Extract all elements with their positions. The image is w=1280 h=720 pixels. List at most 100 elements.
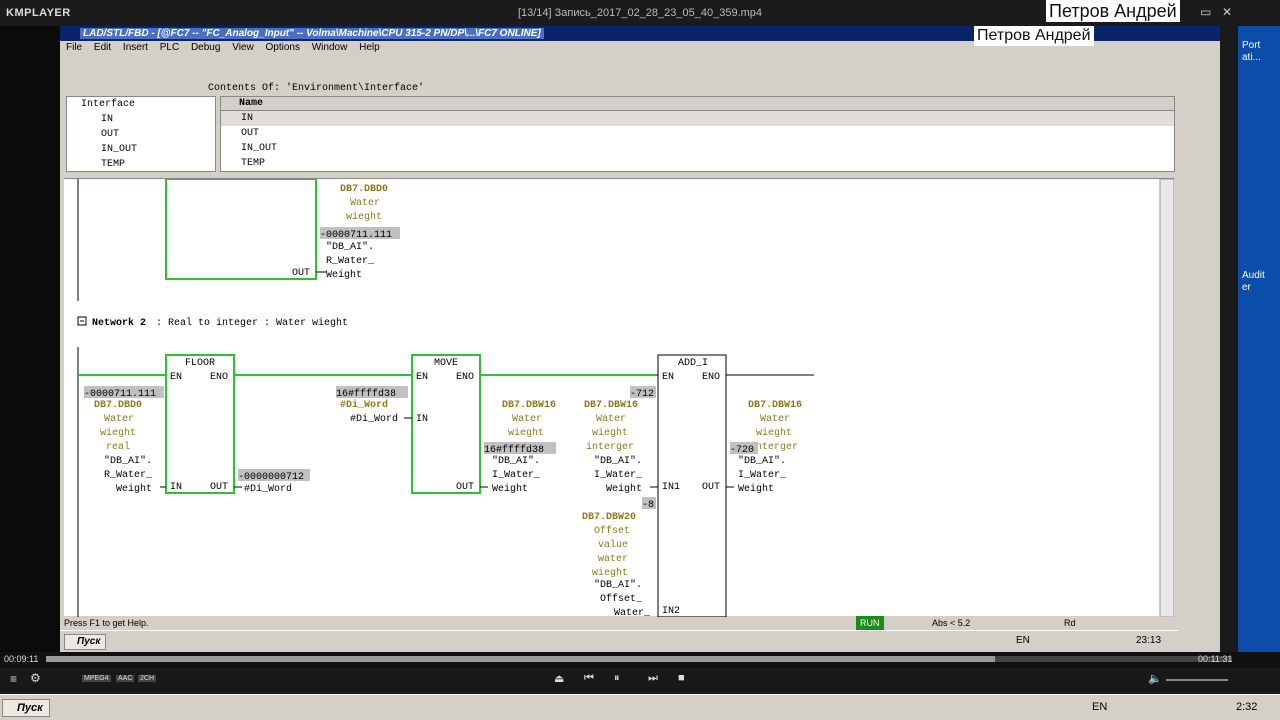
floor-in-value: -0000711.111 — [84, 389, 156, 400]
status-abs: Abs < 5.2 — [932, 618, 971, 628]
network2-label: Network 2 — [92, 317, 146, 329]
move-out-symbol: "DB_AI". — [492, 455, 540, 467]
settings-icon[interactable]: ⚙ — [30, 671, 41, 685]
menu-plc[interactable]: PLC — [160, 42, 179, 53]
add-in1-comment: interger — [586, 441, 634, 453]
add-in2-symbol: Offset_ — [600, 593, 643, 605]
add-in1-symbol: Weight — [606, 483, 642, 495]
add-en: EN — [662, 372, 674, 383]
menu-help[interactable]: Help — [359, 42, 380, 53]
floor-in-symbol: Weight — [116, 483, 152, 495]
volume-slider[interactable] — [1166, 679, 1228, 681]
floor-out-value: -0000000712 — [238, 472, 304, 483]
move-out-symbol: I_Water_ — [492, 470, 541, 481]
move-out-comment: wieght — [508, 427, 544, 439]
move-in-address: #Di_Word — [340, 399, 388, 411]
desktop-label: Audit — [1242, 270, 1265, 281]
menu-edit[interactable]: Edit — [94, 42, 111, 53]
player-controls: ≡ ⚙ MPEG4 AAC 2CH ⏏ ⏮ ⏸ ⏭ ■ 🔈 — [0, 668, 1280, 692]
codec-badge: MPEG4 — [82, 675, 111, 682]
move-out-value: 16#ffffd38 — [484, 444, 544, 456]
move-in-value: 16#ffffd38 — [336, 388, 396, 400]
floor-in-symbol: "DB_AI". — [104, 455, 152, 467]
add-name: ADD_I — [678, 358, 708, 369]
add-in1-comment: wieght — [592, 427, 628, 439]
add-in1-symbol: "DB_AI". — [594, 455, 642, 467]
interface-tree[interactable]: Interface IN OUT IN_OUT TEMP — [66, 96, 216, 172]
floor-out: OUT — [210, 482, 228, 493]
close-icon[interactable]: ✕ — [1222, 5, 1232, 19]
stop-icon[interactable]: ■ — [678, 672, 685, 684]
status-run: RUN — [856, 616, 884, 630]
network1-comment: wieght — [346, 211, 382, 223]
floor-in-symbol: R_Water_ — [104, 470, 153, 481]
start-button[interactable]: Пуск — [2, 699, 50, 717]
menu-icon[interactable]: ≡ — [10, 672, 17, 686]
add-in2-comment: water — [598, 554, 628, 565]
add-out-comment: Water — [760, 414, 790, 425]
menu-window[interactable]: Window — [312, 42, 348, 53]
tray-lang: EN — [1092, 701, 1108, 713]
player-progress[interactable]: 00:09:11 00:11:31 — [0, 652, 1280, 668]
add-in2-symbol: "DB_AI". — [594, 579, 642, 591]
add-in2-comment: Offset — [594, 525, 630, 537]
name-column-header[interactable]: Name — [221, 97, 1174, 111]
network1-value: -0000711.111 — [320, 230, 392, 241]
floor-eno: ENO — [210, 372, 228, 383]
table-row[interactable]: IN_OUT — [221, 141, 1174, 156]
table-row[interactable]: TEMP — [221, 156, 1174, 171]
tree-item-out[interactable]: OUT — [101, 127, 119, 142]
add-in2-value: -8 — [642, 500, 654, 511]
s7-tray-time: 23:13 — [1136, 635, 1162, 646]
table-row[interactable]: IN — [221, 111, 1174, 126]
add-out-value: -720 — [730, 445, 754, 456]
move-out-address: DB7.DBW16 — [502, 400, 556, 411]
move-out-comment: Water — [512, 414, 542, 425]
menu-file[interactable]: File — [66, 42, 82, 53]
tree-item-in-out[interactable]: IN_OUT — [101, 142, 137, 157]
menu-options[interactable]: Options — [265, 42, 299, 53]
floor-name: FLOOR — [185, 358, 215, 369]
add-in1-address: DB7.DBW16 — [584, 400, 638, 411]
add-in1-comment: Water — [596, 414, 626, 425]
tree-item-temp[interactable]: TEMP — [101, 157, 125, 172]
add-in1-symbol: I_Water_ — [594, 470, 643, 481]
floor-in-comment: real — [106, 441, 130, 453]
menu-bar: File Edit Insert PLC Debug View Options … — [60, 41, 1178, 55]
add-in2-comment: wieght — [592, 567, 628, 579]
desktop-label: ati... — [1242, 52, 1261, 63]
eject-icon[interactable]: ⏏ — [554, 672, 564, 685]
previous-icon[interactable]: ⏮ — [584, 672, 594, 685]
move-out-symbol: Weight — [492, 483, 528, 495]
volume-icon[interactable]: 🔈 — [1148, 672, 1162, 685]
pause-icon[interactable]: ⏸ — [614, 672, 620, 685]
desktop-label: Port — [1242, 40, 1261, 51]
add-out-address: DB7.DBW16 — [748, 400, 802, 411]
add-out-symbol: I_Water_ — [738, 470, 787, 481]
add-out: OUT — [702, 482, 720, 493]
next-icon[interactable]: ⏭ — [648, 672, 658, 685]
minimize-icon[interactable]: ▭ — [1200, 5, 1211, 19]
tree-item-interface[interactable]: Interface — [81, 97, 135, 112]
menu-debug[interactable]: Debug — [191, 42, 220, 53]
desktop-label: er — [1242, 282, 1251, 293]
ladder-scrollbar[interactable] — [1159, 178, 1175, 618]
add-eno: ENO — [702, 372, 720, 383]
interface-name-table[interactable]: Name IN OUT IN_OUT TEMP — [220, 96, 1175, 172]
menu-view[interactable]: View — [232, 42, 254, 53]
table-row[interactable]: OUT — [221, 126, 1174, 141]
floor-in-address: DB7.DBD0 — [94, 400, 142, 411]
host-taskbar: Пуск EN 2:32 — [0, 694, 1280, 720]
add-out-symbol: Weight — [738, 483, 774, 495]
ladder-editor[interactable]: OUT DB7.DBD0 Water wieght -0000711.111 "… — [64, 178, 1175, 619]
tree-item-in[interactable]: IN — [101, 112, 113, 127]
video-area[interactable]: LAD/STL/FBD - [@FC7 -- "FC_Analog_Input"… — [60, 26, 1220, 652]
seek-bar[interactable] — [46, 656, 1232, 662]
s7-start-button[interactable]: Пуск — [64, 634, 106, 650]
move-in: IN — [416, 414, 428, 425]
network1-out-label: OUT — [292, 268, 310, 279]
menu-insert[interactable]: Insert — [123, 42, 148, 53]
floor-in-comment: Water — [104, 414, 134, 425]
add-in2-address: DB7.DBW20 — [582, 512, 636, 523]
desktop-edge: Port ati... Audit er — [1238, 26, 1280, 652]
